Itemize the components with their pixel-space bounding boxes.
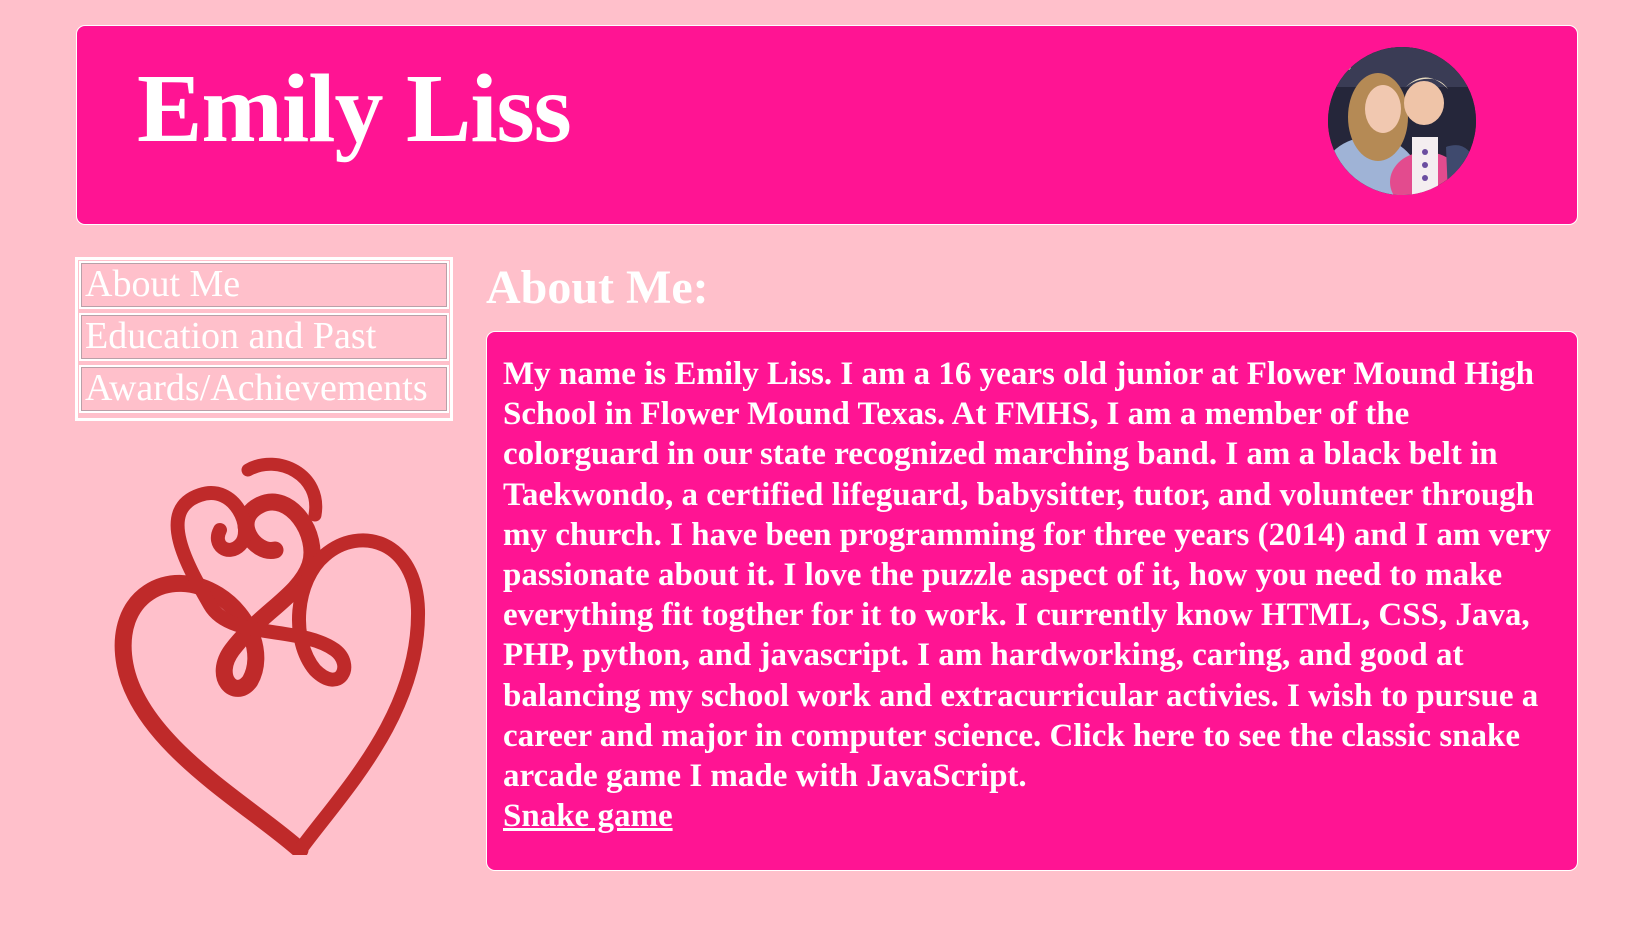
site-header: Emily Liss xyxy=(76,25,1578,225)
heart-icon xyxy=(100,445,440,859)
about-text-paragraph: My name is Emily Liss. I am a 16 years o… xyxy=(503,354,1573,836)
avatar xyxy=(1328,47,1476,195)
snake-game-link[interactable]: Snake game xyxy=(503,798,673,834)
site-title: Emily Liss xyxy=(137,55,572,163)
about-content-box: My name is Emily Liss. I am a 16 years o… xyxy=(486,331,1578,871)
avatar-photo xyxy=(1328,47,1476,195)
nav-item-about-me[interactable]: About Me xyxy=(79,261,449,309)
nav-item-education-and-past[interactable]: Education and Past xyxy=(79,313,449,361)
nav-item-awards-achievements[interactable]: Awards/Achievements xyxy=(79,365,449,413)
section-title: About Me: xyxy=(486,261,709,314)
about-text: My name is Emily Liss. I am a 16 years o… xyxy=(503,356,1551,795)
sidebar-nav: About Me Education and Past Awards/Achie… xyxy=(75,257,453,421)
